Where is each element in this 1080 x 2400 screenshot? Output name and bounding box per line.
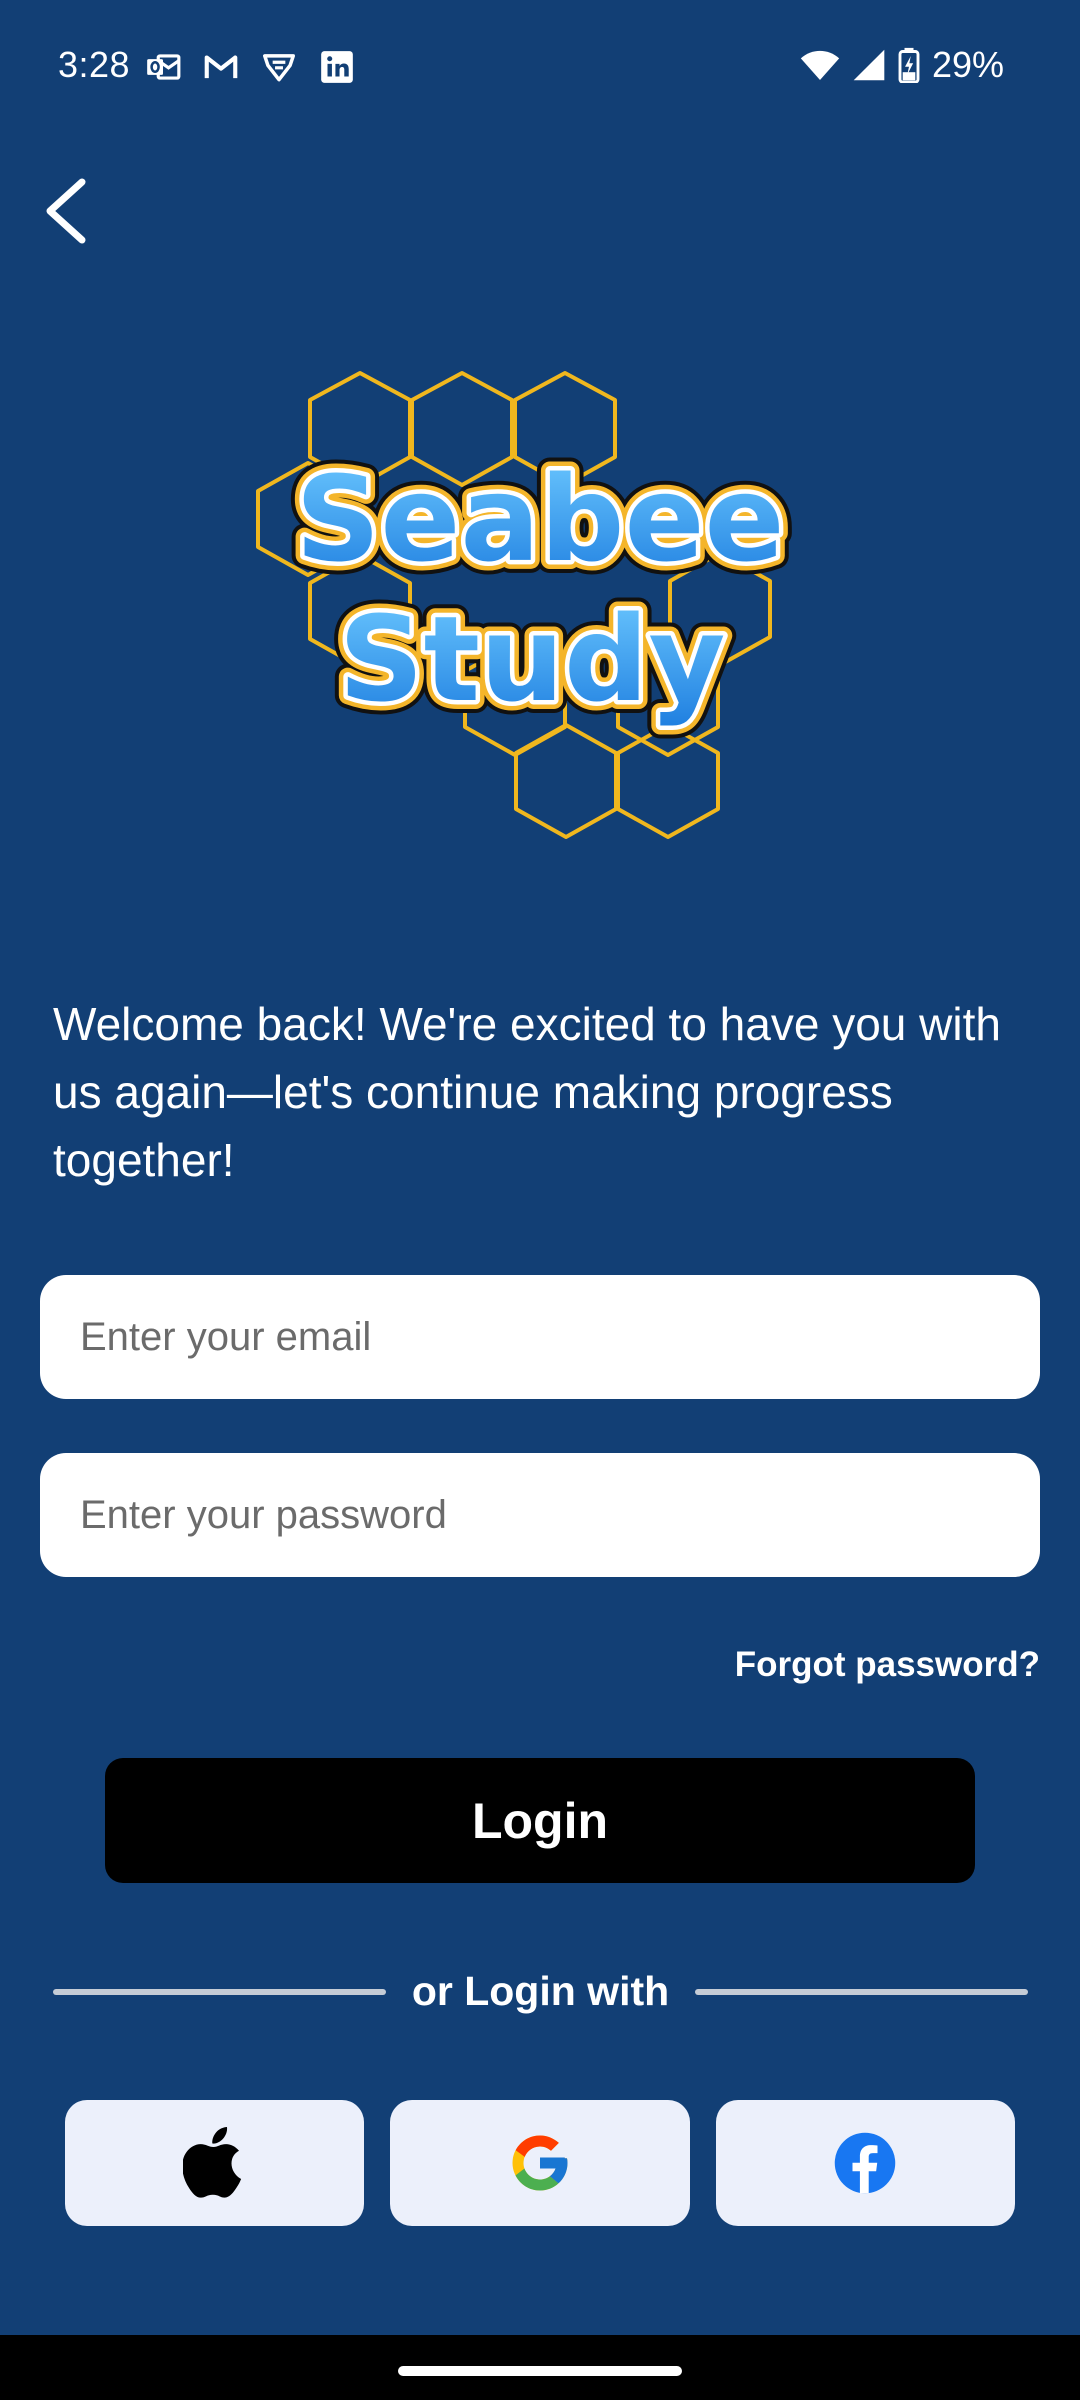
- outlook-icon: [147, 54, 181, 80]
- battery-icon: [898, 47, 920, 83]
- login-with-divider: or Login with: [53, 1960, 1028, 2020]
- linkedin-icon: [321, 51, 353, 83]
- notification-icons: [144, 48, 356, 86]
- divider-line-right: [695, 1989, 1028, 1995]
- system-icons: 29%: [800, 44, 1004, 86]
- email-field-container[interactable]: [40, 1275, 1040, 1399]
- google-icon: [512, 2135, 568, 2191]
- email-field[interactable]: [40, 1275, 1040, 1399]
- chevron-left-icon: [46, 178, 86, 244]
- vpn-icon: [263, 54, 295, 82]
- apple-icon: [182, 2127, 241, 2198]
- wifi-icon: [800, 50, 840, 80]
- signal-icon: [853, 49, 885, 81]
- logo-line-1: Seabee: [295, 450, 784, 588]
- apple-login-button[interactable]: [65, 2100, 365, 2226]
- gmail-icon: [204, 55, 238, 79]
- honeycomb-logo-graphic: Seabee Seabee Seabee Seabee Study Study …: [256, 371, 798, 839]
- google-login-button[interactable]: [390, 2100, 690, 2226]
- battery-percent: 29%: [931, 44, 1004, 85]
- social-login-row: [65, 2100, 1015, 2226]
- forgot-password-link[interactable]: Forgot password?: [735, 1645, 1040, 1685]
- home-indicator[interactable]: [398, 2366, 682, 2376]
- seabee-study-logo: Seabee Seabee Seabee Seabee Study Study …: [250, 365, 830, 855]
- login-button[interactable]: Login: [105, 1758, 975, 1883]
- system-nav-bar: [0, 2335, 1080, 2400]
- welcome-message: Welcome back! We're excited to have you …: [53, 998, 1001, 1186]
- back-button[interactable]: [28, 160, 108, 260]
- status-time: 3:28: [58, 44, 131, 85]
- password-field[interactable]: [40, 1453, 1040, 1577]
- password-field-container[interactable]: [40, 1453, 1040, 1577]
- facebook-login-button[interactable]: [715, 2100, 1015, 2226]
- facebook-icon: [835, 2132, 896, 2194]
- status-bar: 3:28 29%: [0, 0, 1080, 135]
- logo-line-2: Study: [339, 590, 726, 728]
